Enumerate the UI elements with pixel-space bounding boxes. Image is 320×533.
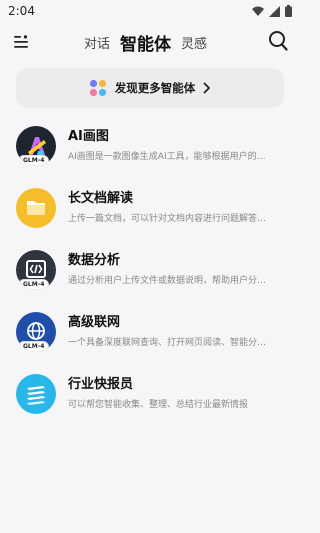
top-bar: 对话 智能体 灵感 xyxy=(0,26,300,58)
folder-icon xyxy=(27,201,45,215)
industry-news-avatar xyxy=(16,374,56,414)
agent-description: AI画图是一款图像生成AI工具，能够根据用户的… xyxy=(68,152,266,162)
tab-inspiration[interactable]: 灵感 xyxy=(181,33,207,52)
agent-description: 一个具备深度联网查询、打开网页阅读、智能分… xyxy=(68,338,267,348)
model-badge: GLM-4 xyxy=(18,279,50,290)
agent-item-ai-drawing[interactable]: GLM-4 AI画图 AI画图是一款图像生成AI工具，能够根据用户的… xyxy=(14,122,290,170)
discover-more-label: 发现更多智能体 xyxy=(114,81,196,95)
apps-grid-icon xyxy=(89,79,106,97)
news-stack-icon xyxy=(27,386,45,405)
agent-item-web-search[interactable]: GLM-4 高级联网 一个具备深度联网查询、打开网页阅读、智能分… xyxy=(14,308,290,356)
status-bar: 2:04 xyxy=(0,0,300,22)
agent-title: AI画图 xyxy=(68,129,109,144)
cellular-signal-icon xyxy=(269,5,280,17)
agent-item-industry-news[interactable]: 行业快报员 可以帮您智能收集、整理、总结行业最新情报 xyxy=(14,370,290,418)
menu-icon[interactable] xyxy=(14,34,30,50)
model-badge: GLM-4 xyxy=(18,155,50,166)
status-icons xyxy=(252,5,292,17)
long-doc-avatar xyxy=(16,188,56,228)
ai-drawing-avatar: GLM-4 xyxy=(16,126,56,166)
agent-item-long-doc[interactable]: 长文档解读 上传一篇文档，可以针对文档内容进行问题解答… xyxy=(14,184,290,232)
tab-agents[interactable]: 智能体 xyxy=(120,30,171,55)
agent-description: 通过分析用户上传文件或数据说明，帮助用户分… xyxy=(68,276,267,286)
chevron-right-icon xyxy=(203,82,211,94)
discover-more-agents-button[interactable]: 发现更多智能体 xyxy=(16,68,284,108)
tab-chat[interactable]: 对话 xyxy=(84,33,110,52)
agent-item-data-analysis[interactable]: GLM-4 数据分析 通过分析用户上传文件或数据说明，帮助用户分… xyxy=(14,246,290,294)
agent-title: 行业快报员 xyxy=(68,377,134,392)
web-search-avatar: GLM-4 xyxy=(16,312,56,352)
agent-description: 可以帮您智能收集、整理、总结行业最新情报 xyxy=(68,400,249,410)
agent-description: 上传一篇文档，可以针对文档内容进行问题解答… xyxy=(68,214,267,224)
battery-icon xyxy=(285,5,292,17)
data-analysis-avatar: GLM-4 xyxy=(16,250,56,290)
agent-title: 高级联网 xyxy=(68,315,121,330)
search-icon[interactable] xyxy=(268,30,288,52)
tab-bar: 对话 智能体 灵感 xyxy=(84,26,207,58)
agent-title: 数据分析 xyxy=(68,253,121,268)
agent-title: 长文档解读 xyxy=(68,191,134,206)
status-time: 2:04 xyxy=(8,4,35,18)
model-badge: GLM-4 xyxy=(18,341,50,352)
wifi-icon xyxy=(252,6,264,16)
